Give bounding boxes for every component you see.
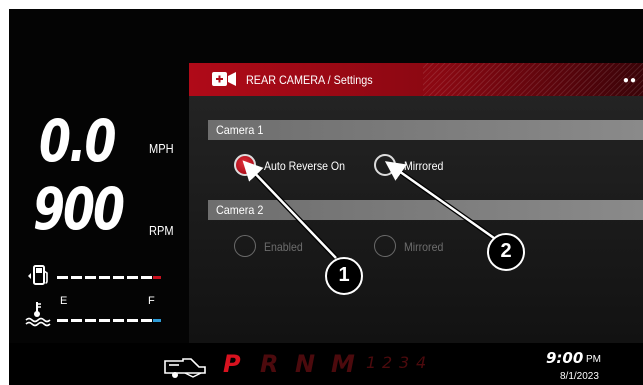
- callout-arrows: [242, 160, 496, 260]
- callout-2: 2: [487, 233, 525, 271]
- callout-1: 1: [325, 257, 363, 295]
- callout-2-arrow: [384, 161, 496, 241]
- callout-1-arrow: [242, 160, 338, 260]
